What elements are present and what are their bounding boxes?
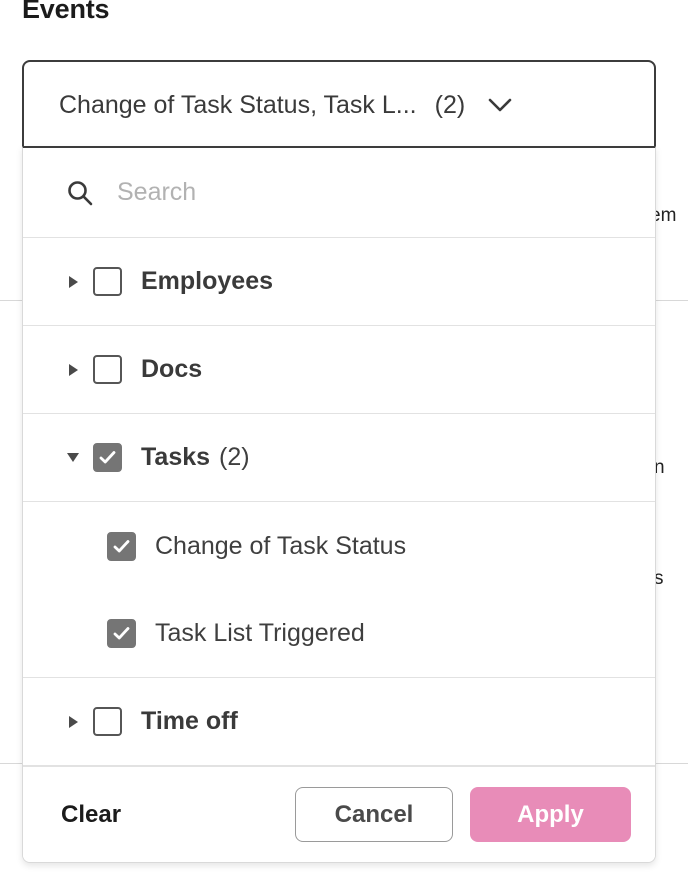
search-input[interactable] [117,178,635,207]
triangle-right-icon[interactable] [65,274,81,290]
option-label-tasks: Tasks [141,443,211,471]
option-row-task-list-triggered[interactable]: Task List Triggered [23,590,655,678]
option-count-tasks: (2) [219,443,250,471]
apply-button[interactable]: Apply [470,787,631,842]
triangle-right-icon[interactable] [65,714,81,730]
page-title: Events [22,0,110,24]
option-row-time-off[interactable]: Time off [23,678,655,766]
option-label-docs: Docs [141,355,203,383]
option-row-employees[interactable]: Employees [23,238,655,326]
select-selected-value: Change of Task Status, Task L... [59,90,417,119]
checkbox-change-of-task-status[interactable] [107,531,136,561]
events-dropdown-panel: Employees Docs Tasks (2) Change of Task Stat… [22,146,656,863]
option-row-tasks[interactable]: Tasks (2) [23,414,655,502]
search-row [23,148,655,238]
cancel-button[interactable]: Cancel [295,787,453,842]
select-selected-count: (2) [434,90,466,119]
option-label-employees: Employees [141,267,274,295]
checkbox-employees[interactable] [93,267,122,296]
dropdown-footer: Clear Cancel Apply [23,766,655,862]
triangle-down-icon[interactable] [65,450,81,466]
option-row-change-of-task-status[interactable]: Change of Task Status [23,502,655,590]
triangle-right-icon[interactable] [65,362,81,378]
clear-button[interactable]: Clear [61,801,121,829]
checkbox-docs[interactable] [93,355,122,384]
chevron-down-icon[interactable] [487,97,513,113]
events-select-control[interactable]: Change of Task Status, Task L... (2) [22,60,656,148]
option-label-change-of-task-status: Change of Task Status [155,531,407,560]
checkbox-time-off[interactable] [93,707,122,736]
checkbox-task-list-triggered[interactable] [107,619,136,648]
option-row-docs[interactable]: Docs [23,326,655,414]
option-label-task-list-triggered: Task List Triggered [155,619,365,647]
option-label-time-off: Time off [141,707,238,735]
options-list: Employees Docs Tasks (2) Change of Task Stat… [23,238,655,766]
checkbox-tasks[interactable] [93,443,122,472]
search-icon [65,178,95,208]
